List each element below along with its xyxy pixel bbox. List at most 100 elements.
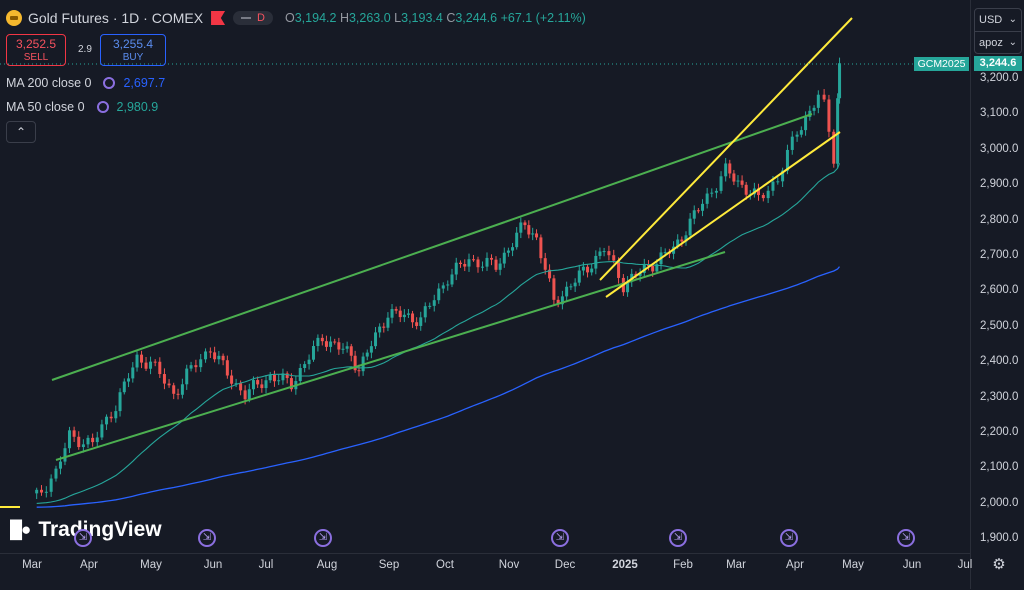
economic-event-icon[interactable]: ⇲ [780, 529, 798, 547]
candle-body [333, 341, 337, 343]
candle-body [272, 374, 276, 382]
candle-body [705, 193, 709, 204]
time-tick-label: Nov [498, 559, 520, 571]
candle-body [471, 259, 475, 261]
economic-event-icon[interactable]: ⇲ [669, 529, 687, 547]
flag-icon[interactable] [211, 11, 226, 25]
buy-label: BUY [122, 52, 144, 63]
ma200-line [36, 266, 841, 508]
candle-body [771, 181, 775, 191]
candle-body [696, 210, 700, 212]
price-tick-label: 1,900.0 [980, 532, 1019, 545]
gold-coin-icon [6, 10, 22, 26]
gear-icon[interactable]: ⚙ [990, 556, 1008, 574]
candle-body [565, 286, 569, 297]
candle-body [185, 368, 189, 385]
time-tick-label: Oct [436, 559, 454, 571]
candle-body [481, 266, 484, 268]
tradingview-mark-icon: █● [10, 520, 31, 539]
currency-option[interactable]: USD ⌄ [975, 9, 1021, 32]
candle-body [543, 258, 547, 270]
data-mode-pill[interactable]: D [233, 11, 273, 25]
economic-event-icon[interactable]: ⇲ [74, 529, 92, 547]
branding-text: TradingView [38, 518, 162, 541]
candle-body [612, 255, 616, 261]
unit-option[interactable]: apoz ⌄ [975, 32, 1021, 54]
economic-event-icon[interactable]: ⇲ [897, 529, 915, 547]
buy-button[interactable]: 3,255.4 BUY [100, 34, 166, 66]
candle-body [441, 285, 445, 289]
candlestick-series [35, 57, 842, 500]
candle-body [714, 190, 718, 193]
time-tick-label: Apr [80, 559, 98, 571]
collapse-legend-button[interactable]: ⌃ [6, 121, 36, 143]
candle-body [109, 416, 113, 419]
candle-body [795, 134, 799, 137]
economic-event-icon[interactable]: ⇲ [551, 529, 569, 547]
candle-body [213, 352, 217, 360]
candle-body [502, 252, 506, 264]
wedge-trendlines[interactable] [599, 17, 853, 298]
candle-body [105, 416, 109, 425]
price-tick-label: 2,600.0 [980, 284, 1019, 297]
candle-body [67, 430, 71, 449]
indicator-ma200[interactable]: MA 200 close 0 2,697.7 [6, 74, 165, 92]
time-tick-label: Mar [726, 559, 746, 571]
time-tick-label: May [140, 559, 162, 571]
candle-body [490, 257, 494, 260]
candle-body [337, 342, 341, 350]
candle-body [243, 390, 247, 400]
candle-body [728, 163, 732, 174]
candle-body [602, 251, 606, 253]
candle-body [58, 461, 62, 469]
candle-body [822, 94, 826, 100]
time-tick-label: Mar [22, 559, 42, 571]
candle-body [162, 374, 166, 384]
candle-body [100, 424, 104, 438]
price-tick-label: 2,700.0 [980, 249, 1019, 261]
time-tick-label: 2025 [612, 559, 638, 571]
indicator-ma50[interactable]: MA 50 close 0 2,980.9 [6, 98, 158, 116]
price-tick-label: 2,900.0 [980, 178, 1019, 191]
symbol-price-tag: GCM2025 [914, 57, 969, 71]
candle-body [298, 368, 302, 382]
last-price-tag: 3,244.6 [974, 56, 1022, 71]
candle-body [230, 375, 234, 384]
channel-trendlines[interactable] [51, 113, 813, 461]
price-tick-label: 3,200.0 [980, 72, 1019, 84]
candle-body [44, 491, 48, 493]
time-tick-label: Feb [673, 559, 693, 571]
candle-body [324, 341, 328, 347]
candle-body [463, 263, 467, 267]
candle-body [135, 354, 139, 368]
candle-body [378, 326, 382, 333]
candle-body [701, 203, 705, 211]
candle-body [523, 222, 527, 226]
candle-body [688, 218, 692, 236]
currency-selector[interactable]: USD ⌄ apoz ⌄ [974, 8, 1022, 54]
candle-body [432, 300, 436, 306]
candle-body [494, 259, 498, 270]
economic-event-icon[interactable]: ⇲ [314, 529, 332, 547]
candle-body [446, 284, 450, 286]
candle-body [761, 195, 765, 199]
candle-body [118, 392, 122, 412]
candle-body [398, 310, 402, 318]
candle-body [437, 288, 441, 301]
economic-event-icon[interactable]: ⇲ [198, 529, 216, 547]
ohlc-readout: O3,194.2 H3,263.0 L3,193.4 C3,244.6 +67.… [285, 11, 586, 25]
symbol-header[interactable]: Gold Futures · 1D · COMEX D O3,194.2 H3,… [6, 6, 586, 30]
candle-body [208, 351, 212, 353]
candle-body [149, 361, 153, 369]
chevron-up-icon: ⌃ [15, 125, 27, 139]
high-value: 3,263.0 [348, 11, 391, 25]
price-tick-label: 3,100.0 [980, 107, 1019, 120]
sell-button[interactable]: 3,252.5 SELL [6, 34, 66, 66]
candle-body [586, 266, 590, 273]
candle-body [264, 380, 268, 389]
indicator-loading-icon [96, 101, 109, 113]
candle-body [369, 346, 373, 353]
symbol-title[interactable]: Gold Futures · 1D · COMEX [28, 10, 203, 26]
indicator-label: MA 50 close 0 [6, 100, 85, 114]
time-tick-label: Jul [957, 559, 973, 571]
